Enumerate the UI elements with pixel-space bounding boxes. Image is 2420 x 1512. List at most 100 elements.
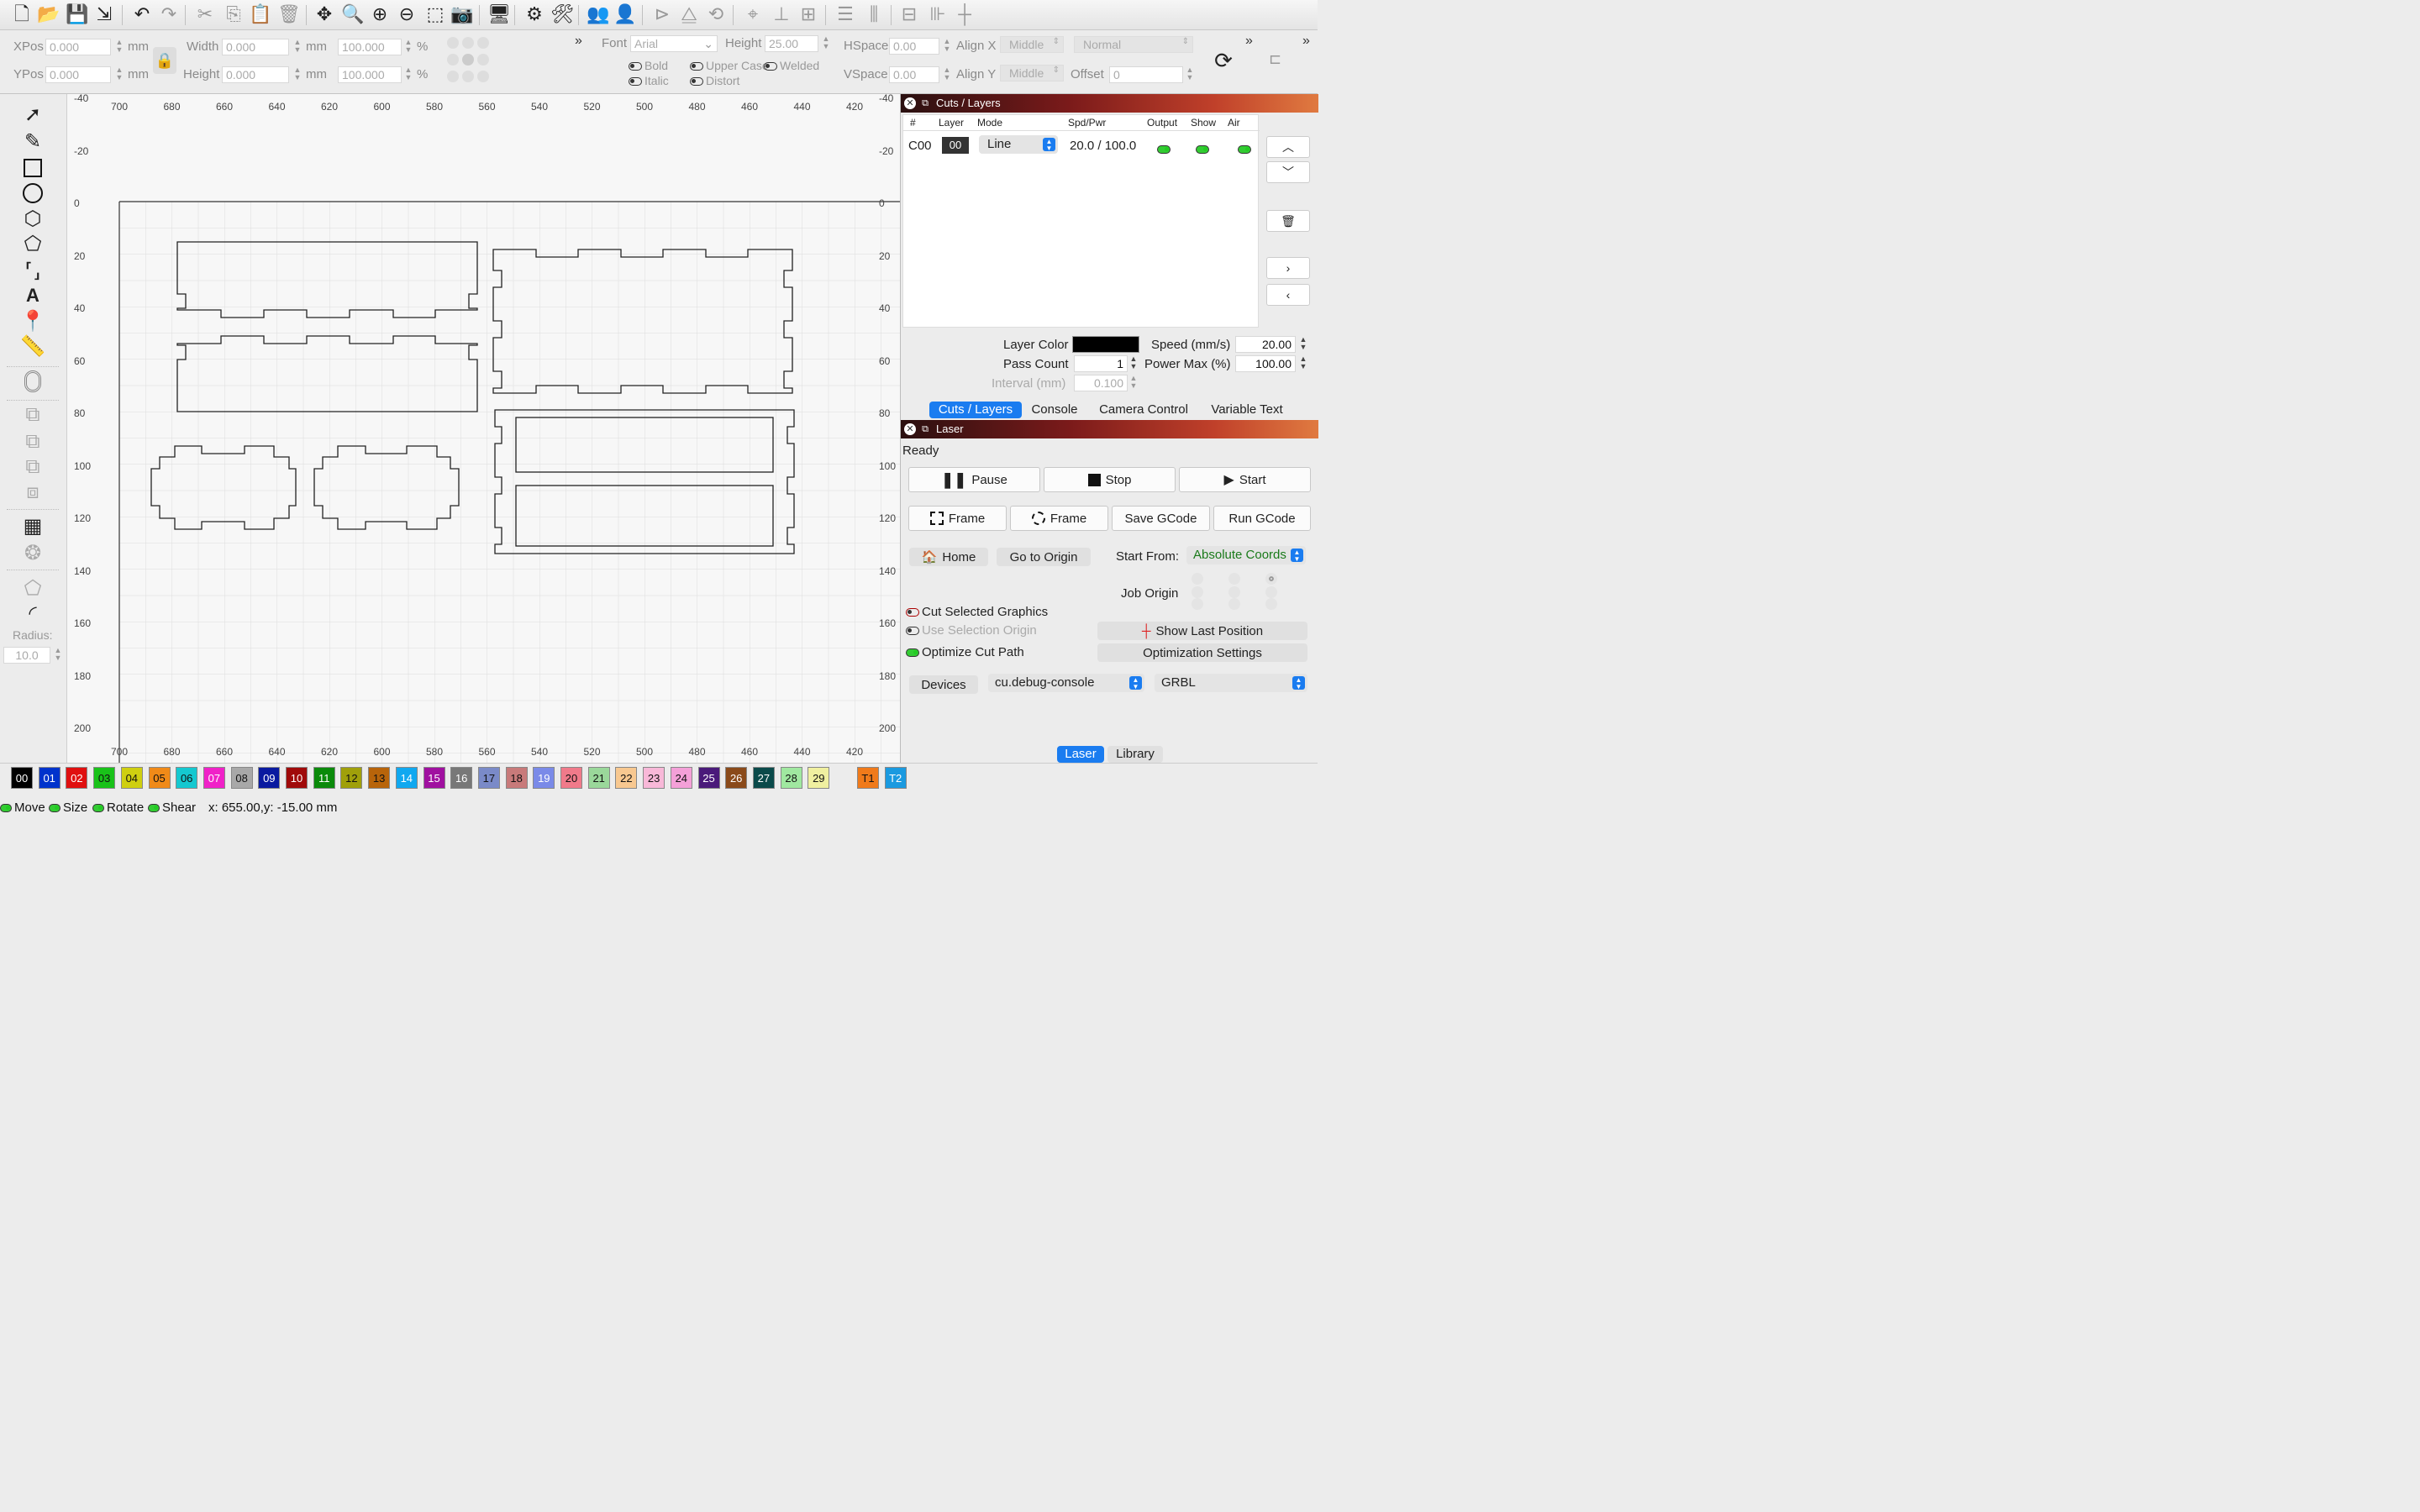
start-button[interactable]: ▶ Start: [1179, 467, 1311, 492]
stop-button[interactable]: Stop: [1044, 467, 1176, 492]
text-tool-icon[interactable]: A: [20, 284, 45, 307]
grid-icon[interactable]: ⊪: [926, 3, 950, 26]
tab-variable-text[interactable]: Variable Text: [1202, 402, 1292, 418]
vspace-stepper[interactable]: ▲ ▼: [943, 66, 951, 83]
offset-icon[interactable]: [20, 370, 45, 393]
collapse-button[interactable]: ‹: [1266, 284, 1310, 306]
tab-camera-control[interactable]: Camera Control: [1091, 402, 1197, 418]
palette-swatch-16[interactable]: 16: [450, 767, 473, 789]
rectangle-icon[interactable]: [20, 156, 45, 180]
optimize-cut-path-toggle[interactable]: Optimize Cut Path: [906, 645, 1024, 659]
palette-swatch-28[interactable]: 28: [780, 767, 802, 789]
ruler-icon[interactable]: 📏: [20, 334, 45, 358]
palette-swatch-09[interactable]: 09: [258, 767, 281, 789]
crosshair-icon[interactable]: ┼: [953, 3, 976, 26]
power-max-input[interactable]: [1235, 355, 1296, 372]
arrange-icon[interactable]: ☰: [834, 3, 857, 26]
move-layer-up-button[interactable]: ︿: [1266, 136, 1310, 158]
palette-swatch-06[interactable]: 06: [176, 767, 198, 789]
more-options-icon[interactable]: »: [1302, 34, 1310, 49]
lock-ratio-icon[interactable]: 🔒: [153, 47, 176, 74]
welded-toggle[interactable]: Welded: [764, 59, 819, 72]
palette-swatch-00[interactable]: 00: [11, 767, 33, 789]
interval-input[interactable]: [1074, 375, 1128, 391]
select-arrow-icon[interactable]: ➚: [20, 102, 45, 126]
palette-swatch-27[interactable]: 27: [752, 767, 775, 789]
open-folder-icon[interactable]: 📂: [37, 3, 60, 26]
hspace-stepper[interactable]: ▲ ▼: [943, 38, 951, 55]
tab-library[interactable]: Library: [1107, 746, 1163, 763]
text-mode-select[interactable]: Normal ⇕: [1074, 36, 1193, 53]
go-to-origin-button[interactable]: Go to Origin: [997, 548, 1091, 566]
close-icon[interactable]: ✕: [904, 97, 916, 109]
tab-cuts-layers[interactable]: Cuts / Layers: [929, 402, 1022, 418]
mirror-h-icon[interactable]: ⊳: [650, 3, 674, 26]
use-selection-origin-toggle[interactable]: Use Selection Origin: [906, 623, 1037, 638]
distort-toggle[interactable]: Distort: [690, 74, 739, 87]
pass-count-input[interactable]: [1074, 355, 1128, 372]
ypos-input[interactable]: [45, 66, 111, 83]
save-icon[interactable]: 💾: [66, 3, 89, 26]
save-gcode-button[interactable]: Save GCode: [1112, 506, 1210, 531]
corner-radius-icon[interactable]: ◜: [20, 601, 45, 625]
offset-input[interactable]: [1109, 66, 1183, 83]
palette-swatch-17[interactable]: 17: [477, 767, 500, 789]
more-options-icon[interactable]: »: [575, 34, 582, 49]
zoom-out-icon[interactable]: ⊖: [395, 3, 418, 26]
node-edit-icon[interactable]: ⬠: [20, 576, 45, 600]
location-pin-icon[interactable]: 📍: [20, 309, 45, 333]
offset-stepper[interactable]: ▲ ▼: [1186, 66, 1194, 83]
palette-swatch-15[interactable]: 15: [423, 767, 445, 789]
devices-button[interactable]: Devices: [909, 675, 978, 694]
new-file-icon[interactable]: 🗋: [10, 3, 34, 26]
cut-row-mode-select[interactable]: Line ▲ ▼: [979, 135, 1058, 154]
boolean-union-icon[interactable]: ⧉: [20, 403, 45, 427]
rotate-toggle[interactable]: Rotate: [92, 791, 144, 825]
delete-icon[interactable]: 🗑: [277, 3, 301, 26]
user-icon[interactable]: 👤: [613, 3, 637, 26]
device-port-select[interactable]: cu.debug-console ▲ ▼: [988, 674, 1144, 692]
aligny-select[interactable]: Middle ⇕: [1000, 65, 1064, 81]
palette-swatch-20[interactable]: 20: [560, 767, 582, 789]
frame-tool-icon[interactable]: ⸢⸥: [20, 259, 45, 282]
scale-width-input[interactable]: [338, 39, 402, 55]
xpos-input[interactable]: [45, 39, 111, 55]
palette-swatch-18[interactable]: 18: [505, 767, 528, 789]
move-layer-down-button[interactable]: ﹀: [1266, 161, 1310, 183]
height-stepper[interactable]: ▲ ▼: [293, 66, 302, 83]
copy-icon[interactable]: ⎘: [222, 3, 245, 26]
frame-rect-button[interactable]: Frame: [908, 506, 1007, 531]
home-button[interactable]: 🏠 Home: [909, 548, 988, 566]
palette-swatch-t1[interactable]: T1: [857, 767, 879, 789]
palette-swatch-22[interactable]: 22: [615, 767, 638, 789]
camera-icon[interactable]: 📷: [450, 3, 474, 26]
shear-toggle[interactable]: Shear: [148, 791, 196, 825]
circular-array-icon[interactable]: ❂: [20, 541, 45, 564]
font-height-input[interactable]: [765, 35, 818, 52]
font-select[interactable]: Arial ⌄: [630, 35, 718, 52]
cut-selected-toggle[interactable]: Cut Selected Graphics: [906, 605, 1048, 619]
width-input[interactable]: [222, 39, 289, 55]
radius-input[interactable]: [3, 647, 50, 664]
italic-toggle[interactable]: Italic: [629, 74, 669, 87]
dock-icon[interactable]: ⊟: [897, 3, 921, 26]
path-tool-icon[interactable]: ⊏: [1269, 50, 1292, 69]
pencil-icon[interactable]: ✎: [20, 129, 45, 153]
palette-swatch-21[interactable]: 21: [587, 767, 610, 789]
redo-icon[interactable]: ↷: [157, 3, 181, 26]
palette-swatch-25[interactable]: 25: [697, 767, 720, 789]
optimization-settings-button[interactable]: Optimization Settings: [1097, 643, 1307, 662]
mirror-v-icon[interactable]: ⧋: [677, 3, 701, 26]
tab-console[interactable]: Console: [1027, 402, 1082, 418]
ypos-stepper[interactable]: ▲ ▼: [115, 66, 124, 83]
move-icon[interactable]: ✥: [313, 3, 336, 26]
palette-swatch-07[interactable]: 07: [203, 767, 225, 789]
height-input[interactable]: [222, 66, 289, 83]
cut-row-layer[interactable]: 00: [942, 137, 969, 154]
show-last-position-button[interactable]: ┼ Show Last Position: [1097, 622, 1307, 640]
palette-swatch-01[interactable]: 01: [38, 767, 60, 789]
frame-circle-button[interactable]: Frame: [1010, 506, 1108, 531]
close-icon[interactable]: ✕: [904, 423, 916, 435]
float-icon[interactable]: ⧉: [919, 423, 931, 435]
distribute-icon[interactable]: ⊞: [797, 3, 820, 26]
